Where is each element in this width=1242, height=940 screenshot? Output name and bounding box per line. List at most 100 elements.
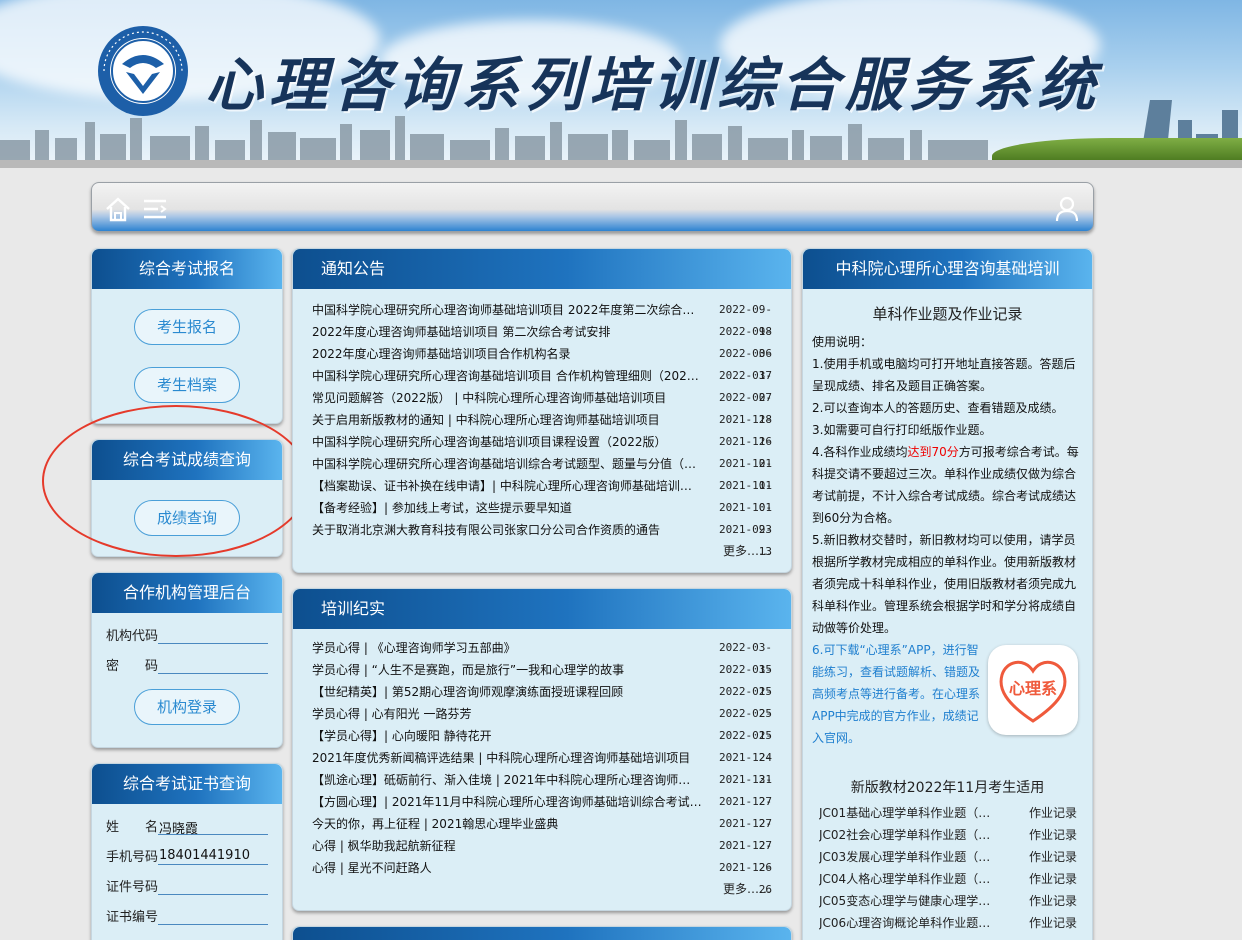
news-title-link[interactable]: 今天的你，再上征程 | 2021翰思心理毕业盛典: [312, 813, 702, 835]
news-date: 2022-02-25: [719, 707, 772, 742]
org-code-label: 机构代码: [106, 629, 159, 644]
news-title-link[interactable]: 【方圆心理】| 2021年11月中科院心理所心理咨询师基础培训综合考试回顾: [312, 791, 702, 813]
homework-record-link[interactable]: 作业记录: [1029, 824, 1077, 846]
homework-link[interactable]: JC02社会心理学单科作业题（新版）: [819, 824, 1001, 846]
news-title-link[interactable]: 心得 | 星光不问赶路人: [312, 857, 702, 879]
news-title-link[interactable]: 关于启用新版教材的通知 | 中科院心理所心理咨询师基础培训项目: [312, 409, 702, 431]
list-item[interactable]: 【世纪精英】| 第52期心理咨询师观摩演练面授班课程回顾 2022-02-25: [312, 681, 772, 720]
news-title-link[interactable]: 【学员心得】| 心向暖阳 静待花开: [312, 725, 702, 747]
usage-item: 1.使用手机或电脑均可打开地址直接答题。答题后呈现成绩、排名及题目正确答案。: [812, 357, 1076, 393]
training-more-link[interactable]: 更多……: [723, 880, 771, 897]
news-title-link[interactable]: 2022年度心理咨询师基础培训项目合作机构名录: [312, 343, 702, 365]
news-title-link[interactable]: 中国科学院心理研究所心理咨询基础培训综合考试题型、题量与分值（2022版）: [312, 453, 702, 475]
news-date: 2022-02-25: [719, 685, 772, 720]
list-item[interactable]: 常见问题解答（2022版） | 中科院心理所心理咨询师基础培训项目 2022-02…: [312, 387, 772, 426]
banner-divider: [0, 160, 1242, 168]
list-item[interactable]: 中国科学院心理研究所心理咨询基础培训项目 合作机构管理细则（2022版） 2022…: [312, 365, 772, 404]
homework-record-link[interactable]: 作业记录: [1029, 802, 1077, 824]
news-title-link[interactable]: 关于取消北京渊大教育科技有限公司张家口分公司合作资质的通告: [312, 519, 702, 541]
news-title-link[interactable]: 常见问题解答（2022版） | 中科院心理所心理咨询师基础培训项目: [312, 387, 702, 409]
list-item[interactable]: 中国科学院心理研究所心理咨询基础培训综合考试题型、题量与分值（2022版） 202…: [312, 453, 772, 492]
notices-more-link[interactable]: 更多……: [723, 542, 771, 559]
news-date: 2021-12-16: [719, 413, 772, 448]
list-item[interactable]: 【方圆心理】| 2021年11月中科院心理所心理咨询师基础培训综合考试回顾 202…: [312, 791, 772, 830]
homework-record-link[interactable]: 作业记录: [1029, 846, 1077, 868]
name-label: 姓 名: [106, 820, 159, 835]
panel-title: 培训纪实: [293, 589, 791, 629]
register-button[interactable]: 考生报名: [134, 309, 240, 345]
homework-row: JC04人格心理学单科作业题（新版） 作业记录: [819, 868, 1077, 890]
news-title-link[interactable]: 2022年度心理咨询师基础培训项目 第二次综合考试安排: [312, 321, 702, 343]
org-password-input[interactable]: [158, 657, 269, 674]
homework-row: JC06心理咨询概论单科作业题（新版） 作业记录: [819, 912, 1077, 934]
id-row: 证件号码: [106, 876, 269, 895]
score-query-panel: 综合考试成绩查询 成绩查询: [91, 439, 283, 557]
list-item[interactable]: 关于启用新版教材的通知 | 中科院心理所心理咨询师基础培训项目 2021-12-1…: [312, 409, 772, 448]
news-date: 2022-03-17: [719, 347, 772, 382]
user-icon[interactable]: [1053, 195, 1081, 223]
news-title-link[interactable]: 【世纪精英】| 第52期心理咨询师观摩演练面授班课程回顾: [312, 681, 702, 703]
homework-link[interactable]: JC01基础心理学单科作业题（新版）: [819, 802, 1001, 824]
news-title-link[interactable]: 心得 | 枫华助我起航新征程: [312, 835, 702, 857]
list-item[interactable]: 2022年度心理咨询师基础培训项目合作机构名录 2022-03-17: [312, 343, 772, 382]
homework-record-link[interactable]: 作业记录: [1029, 890, 1077, 912]
new-textbook-heading: 新版教材2022年11月考生适用: [850, 780, 1045, 796]
score-query-button[interactable]: 成绩查询: [134, 500, 240, 536]
list-item[interactable]: 2022年度心理咨询师基础培训项目 第二次综合考试安排 2022-09-06: [312, 321, 772, 360]
usage-label: 使用说明：: [812, 335, 873, 349]
news-date: 2021-10-23: [719, 501, 772, 536]
list-item[interactable]: 中国科学院心理研究所心理咨询师基础培训项目 2022年度第二次综合考试报名通知 2…: [312, 299, 772, 338]
list-item[interactable]: 【凯途心理】砥砺前行、渐入佳境 | 2021年中科院心理所心理咨询师基础培训 20…: [312, 769, 772, 808]
org-code-input[interactable]: [158, 627, 269, 644]
news-title-link[interactable]: 【档案勘误、证书补换在线申请】| 中科院心理所心理咨询师基础培训项目: [312, 475, 702, 497]
exam-register-panel: 综合考试报名 考生报名 考生档案: [91, 248, 283, 424]
notices-list: 中国科学院心理研究所心理咨询师基础培训项目 2022年度第二次综合考试报名通知2…: [312, 299, 772, 558]
list-item[interactable]: 【学员心得】| 心向暖阳 静待花开 2022-01-24: [312, 725, 772, 764]
list-item[interactable]: 2021年度优秀新闻稿评选结果 | 中科院心理所心理咨询师基础培训项目 2021-…: [312, 747, 772, 786]
list-item[interactable]: 今天的你，再上征程 | 2021翰思心理毕业盛典 2021-12-27: [312, 813, 772, 852]
phone-input[interactable]: 18401441910: [158, 848, 269, 865]
list-item[interactable]: 【档案勘误、证书补换在线申请】| 中科院心理所心理咨询师基础培训项目 2021-1…: [312, 475, 772, 514]
homework-link[interactable]: JC04人格心理学单科作业题（新版）: [819, 868, 1001, 890]
news-title-link[interactable]: 学员心得 | “人生不是赛跑，而是旅行”一我和心理学的故事: [312, 659, 702, 681]
list-item[interactable]: 【备考经验】| 参加线上考试，这些提示要早知道 2021-10-23: [312, 497, 772, 536]
org-login-button[interactable]: 机构登录: [134, 689, 240, 725]
list-item[interactable]: 学员心得 | “人生不是赛跑，而是旅行”一我和心理学的故事 2022-03-15: [312, 659, 772, 698]
archive-button[interactable]: 考生档案: [134, 367, 240, 403]
list-item[interactable]: 中国科学院心理研究所心理咨询基础培训项目课程设置（2022版） 2021-12-0…: [312, 431, 772, 470]
panel-title: 合作机构管理后台: [92, 573, 282, 613]
news-title-link[interactable]: 2021年度优秀新闻稿评选结果 | 中科院心理所心理咨询师基础培训项目: [312, 747, 702, 769]
name-input[interactable]: 冯晓霞: [158, 818, 269, 837]
panel-title: 综合考试报名: [92, 249, 282, 289]
homework-record-link[interactable]: 作业记录: [1029, 912, 1077, 934]
org-password-label: 密 码: [106, 659, 159, 674]
news-title-link[interactable]: 中国科学院心理研究所心理咨询基础培训项目 合作机构管理细则（2022版）: [312, 365, 702, 387]
homework-link[interactable]: JC06心理咨询概论单科作业题（新版）: [819, 912, 1001, 934]
cert-query-panel: 综合考试证书查询 姓 名 冯晓霞 手机号码 18401441910 证件号码 证…: [91, 763, 283, 940]
news-date: 2022-03-15: [719, 641, 772, 676]
list-item[interactable]: 关于取消北京渊大教育科技有限公司张家口分公司合作资质的通告 2021-09-13: [312, 519, 772, 558]
menu-icon[interactable]: [142, 195, 170, 223]
training-list: 学员心得 | 《心理咨询师学习五部曲》 2022-03-15 学员心得 | “人生不…: [312, 637, 772, 896]
news-title-link[interactable]: 【凯途心理】砥砺前行、渐入佳境 | 2021年中科院心理所心理咨询师基础培训: [312, 769, 702, 791]
homework-link[interactable]: JC05变态心理学与健康心理学单科作业题（新版）: [819, 890, 1001, 912]
app-logo[interactable]: 心理系: [988, 645, 1078, 735]
homework-link[interactable]: JC03发展心理学单科作业题（新版）: [819, 846, 1001, 868]
list-item[interactable]: 学员心得 | 心有阳光 一路芬芳 2022-02-25: [312, 703, 772, 742]
news-title-link[interactable]: 【备考经验】| 参加线上考试，这些提示要早知道: [312, 497, 702, 519]
panel-title: 中科院心理所心理咨询基础培训: [803, 249, 1092, 289]
list-item[interactable]: 心得 | 星光不问赶路人 2021-12-26: [312, 857, 772, 896]
news-date: 2022-09-06: [719, 325, 772, 360]
next-panel: [292, 926, 792, 940]
list-item[interactable]: 心得 | 枫华助我起航新征程 2021-12-26: [312, 835, 772, 874]
news-title-link[interactable]: 学员心得 | 《心理咨询师学习五部曲》: [312, 637, 702, 659]
news-title-link[interactable]: 学员心得 | 心有阳光 一路芬芳: [312, 703, 702, 725]
news-title-link[interactable]: 中国科学院心理研究所心理咨询基础培训项目课程设置（2022版）: [312, 431, 702, 453]
list-item[interactable]: 学员心得 | 《心理咨询师学习五部曲》 2022-03-15: [312, 637, 772, 676]
cert-number-input[interactable]: [158, 908, 269, 925]
app-promo-text: 6.可下载“心理系”APP，进行智能练习，查看试题解析、错题及高频考点等进行备考…: [812, 643, 981, 745]
homework-record-link[interactable]: 作业记录: [1029, 868, 1077, 890]
news-title-link[interactable]: 中国科学院心理研究所心理咨询师基础培训项目 2022年度第二次综合考试报名通知: [312, 299, 702, 321]
home-icon[interactable]: [104, 195, 132, 223]
id-input[interactable]: [158, 878, 269, 895]
